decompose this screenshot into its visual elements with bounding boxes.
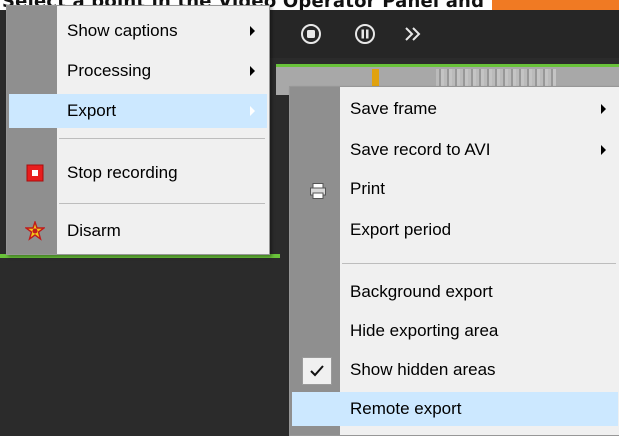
menu-item-label: Save frame <box>350 99 437 118</box>
stop-recording-icon <box>25 163 45 183</box>
export-submenu: Save frame Save record to AVI Print Expo… <box>289 86 619 436</box>
menu-item-show-hidden-areas[interactable]: Show hidden areas <box>292 353 618 387</box>
menu-item-export-period[interactable]: Export period <box>292 213 618 247</box>
menu-item-export[interactable]: Export <box>9 94 267 128</box>
menu-item-label: Disarm <box>67 221 121 240</box>
menu-separator <box>59 138 265 139</box>
menu-separator <box>342 263 616 264</box>
menu-item-label: Save record to AVI <box>350 140 491 159</box>
fast-forward-icon[interactable] <box>401 22 425 46</box>
menu-item-label: Background export <box>350 282 493 301</box>
submenu-arrow-icon <box>601 145 606 155</box>
menu-item-show-captions[interactable]: Show captions <box>9 14 267 48</box>
menu-item-label: Export <box>67 101 117 120</box>
pause-icon[interactable] <box>353 22 377 46</box>
menu-item-label: Print <box>350 179 385 198</box>
menu-item-label: Export period <box>350 220 452 239</box>
checkmark-icon <box>302 357 332 385</box>
submenu-arrow-icon <box>250 106 255 116</box>
context-menu: Show captions Processing Export Stop rec… <box>6 5 270 255</box>
menu-item-stop-recording[interactable]: Stop recording <box>9 156 267 190</box>
player-toolbar <box>265 10 619 58</box>
submenu-arrow-icon <box>250 26 255 36</box>
instruction-accent <box>492 0 619 10</box>
stop-icon[interactable] <box>299 22 323 46</box>
menu-item-label: Processing <box>67 61 152 80</box>
menu-item-label: Show hidden areas <box>350 360 496 379</box>
menu-item-background-export[interactable]: Background export <box>292 275 618 309</box>
menu-item-label: Remote export <box>350 399 462 418</box>
menu-item-save-frame[interactable]: Save frame <box>292 92 618 126</box>
menu-item-label: Stop recording <box>67 163 178 182</box>
menu-item-hide-exporting-area[interactable]: Hide exporting area <box>292 314 618 348</box>
menu-item-remote-export[interactable]: Remote export <box>292 392 618 426</box>
disarm-icon <box>25 221 45 241</box>
menu-item-label: Hide exporting area <box>350 321 499 340</box>
menu-item-disarm[interactable]: Disarm <box>9 214 267 248</box>
menu-item-save-record-avi[interactable]: Save record to AVI <box>292 133 618 167</box>
menu-item-label: Show captions <box>67 21 178 40</box>
menu-item-processing[interactable]: Processing <box>9 54 267 88</box>
menu-item-print[interactable]: Print <box>292 172 618 206</box>
printer-icon <box>308 181 328 201</box>
submenu-arrow-icon <box>250 66 255 76</box>
submenu-arrow-icon <box>601 104 606 114</box>
menu-separator <box>59 203 265 204</box>
